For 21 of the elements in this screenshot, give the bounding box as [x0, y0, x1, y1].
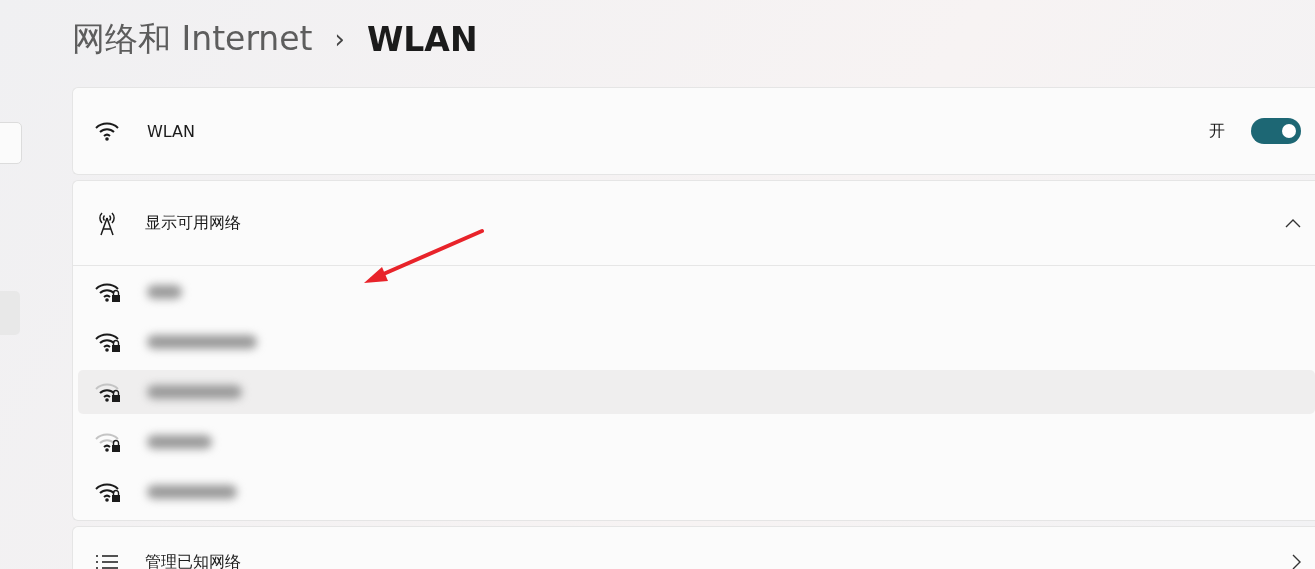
show-networks-label: 显示可用网络: [145, 212, 241, 234]
wifi-lock-icon: [95, 331, 121, 353]
wlan-label: WLAN: [147, 121, 195, 141]
chevron-right-icon: [1291, 554, 1301, 569]
known-networks-label: 管理已知网络: [145, 551, 241, 569]
wifi-lock-icon: [95, 431, 121, 453]
wifi-lock-icon: [95, 281, 121, 303]
list-icon: [95, 553, 119, 569]
chevron-up-icon[interactable]: [1285, 218, 1301, 228]
known-networks-card[interactable]: 管理已知网络: [72, 526, 1315, 569]
page-title: WLAN: [366, 19, 478, 59]
breadcrumb-separator: ›: [334, 24, 345, 54]
blurred-name: [147, 435, 212, 449]
wifi-icon: [95, 120, 121, 142]
toggle-state-label: 开: [1209, 120, 1225, 142]
wifi-lock-icon: [95, 381, 121, 403]
breadcrumb-parent[interactable]: 网络和 Internet: [72, 16, 313, 62]
wifi-lock-icon: [95, 481, 121, 503]
blurred-name: [147, 285, 182, 299]
wlan-toggle[interactable]: [1251, 118, 1301, 144]
network-item[interactable]: [78, 370, 1315, 414]
